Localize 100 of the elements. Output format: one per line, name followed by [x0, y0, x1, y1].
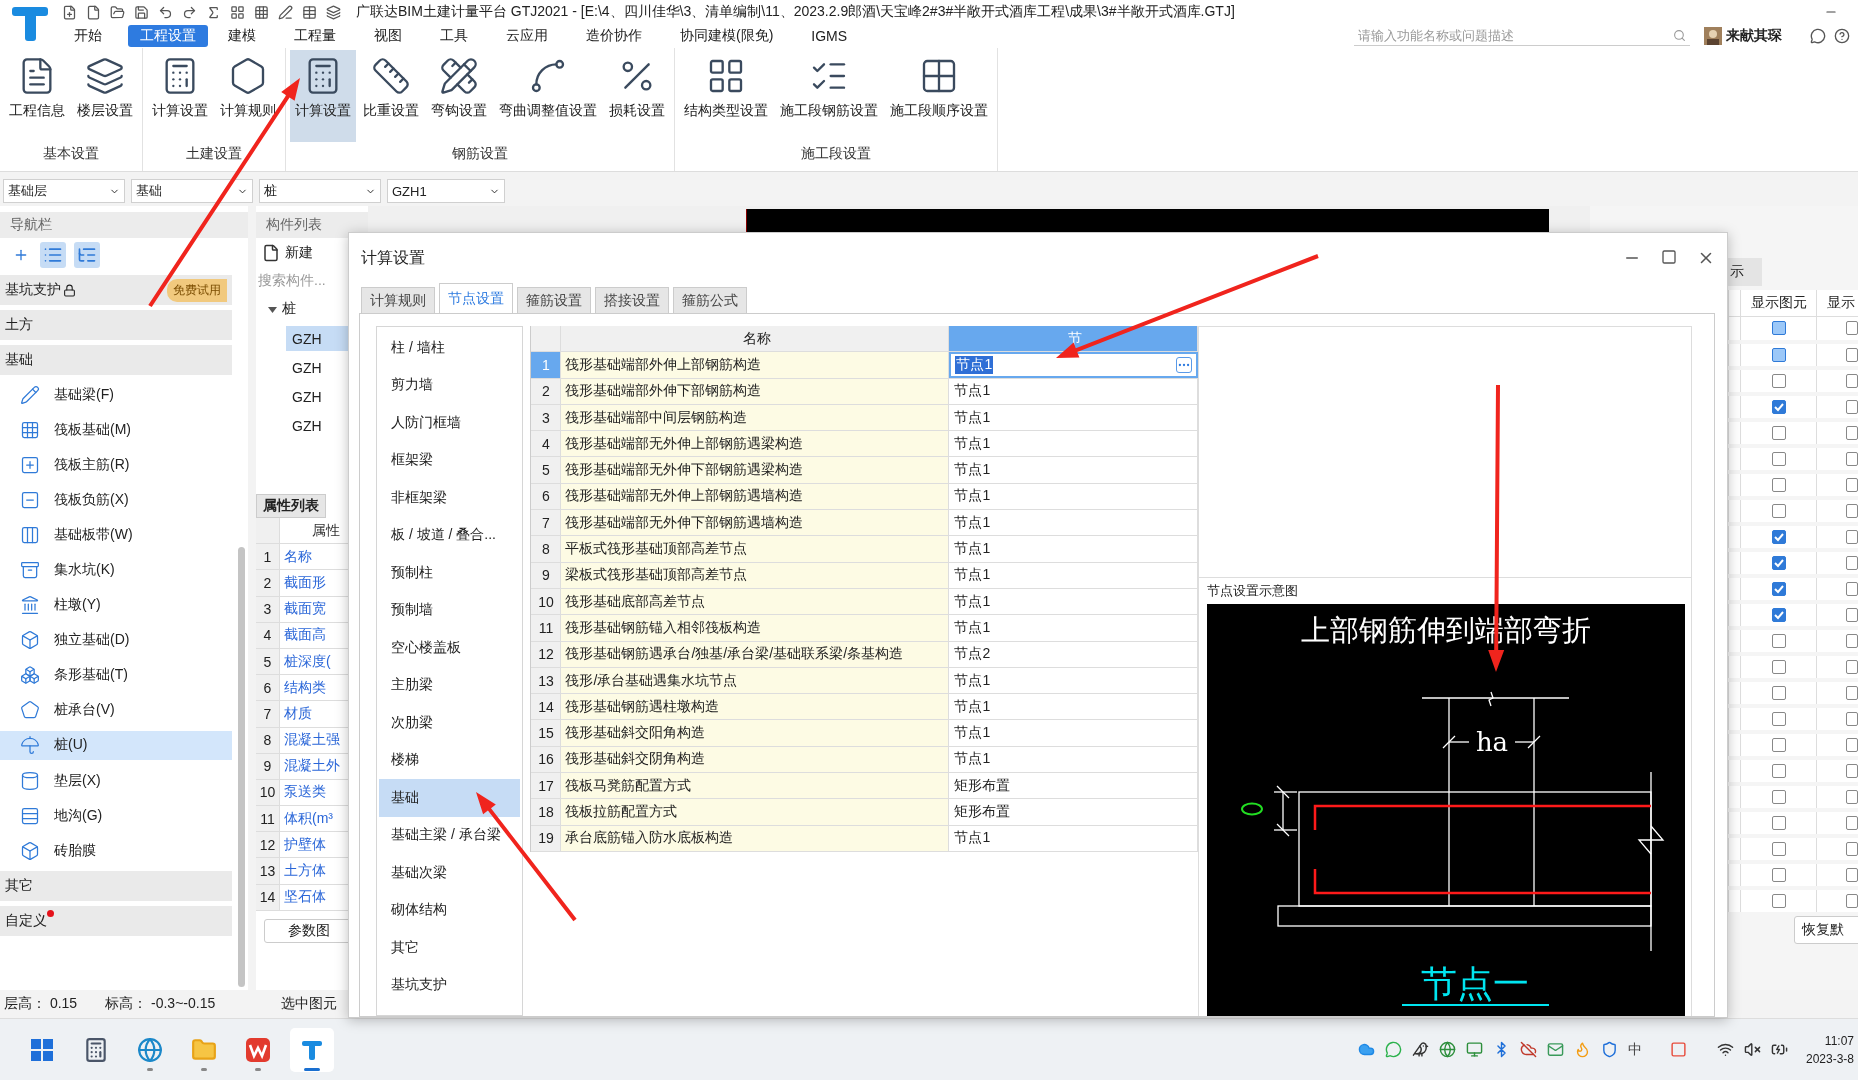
checkbox[interactable] [1846, 659, 1858, 674]
table-icon[interactable] [254, 4, 269, 20]
checkbox[interactable] [1846, 868, 1858, 883]
scrollbar[interactable] [238, 547, 245, 987]
help-icon[interactable] [1834, 28, 1850, 44]
wifi-icon[interactable] [1716, 1041, 1734, 1058]
dialog-tab[interactable]: 计算规则 [361, 287, 435, 313]
checkbox[interactable] [1771, 347, 1786, 362]
nav-item[interactable]: 筏板主筋(R) [0, 450, 232, 480]
menu-tab[interactable]: 工具 [428, 25, 480, 47]
layers-icon[interactable] [326, 4, 341, 20]
sigma-icon[interactable] [206, 4, 221, 20]
checkbox[interactable] [1846, 738, 1858, 752]
restore-button[interactable]: 恢复默 [1794, 916, 1858, 944]
checkbox[interactable] [1846, 581, 1858, 596]
cloud-icon[interactable] [1357, 1041, 1375, 1058]
checkbox[interactable] [1846, 347, 1858, 362]
ribbon-button[interactable]: 计算设置 [290, 50, 356, 142]
checkbox[interactable] [1846, 633, 1858, 648]
trial-badge[interactable]: 免费试用 [167, 278, 227, 302]
nav-item[interactable]: 砖胎膜 [0, 836, 232, 866]
globe-icon[interactable] [1438, 1041, 1456, 1058]
value-field[interactable]: 节点1 [949, 352, 1198, 378]
category-item[interactable]: 砌体结构 [379, 891, 521, 929]
undo-icon[interactable] [158, 4, 173, 20]
clock-time[interactable]: 11:07 [1824, 1033, 1854, 1048]
checkbox[interactable] [1771, 399, 1786, 414]
cloud-off-icon[interactable] [1519, 1041, 1537, 1058]
mute-icon[interactable] [1743, 1041, 1761, 1058]
dialog-tab[interactable]: 箍筋设置 [517, 287, 591, 313]
drawing-canvas[interactable] [746, 209, 1549, 235]
menu-tab[interactable]: 视图 [362, 25, 414, 47]
pen-icon[interactable] [278, 4, 293, 20]
dialog-tab[interactable]: 节点设置 [439, 283, 513, 313]
checkbox[interactable] [1846, 711, 1858, 726]
checkbox[interactable] [1771, 659, 1786, 674]
nav-item[interactable]: 柱墩(Y) [0, 590, 232, 620]
panel-tab[interactable]: 属性列表 [256, 494, 326, 518]
menu-tab[interactable]: IGMS [799, 25, 860, 47]
bird-icon[interactable] [1411, 1041, 1429, 1058]
category-item[interactable]: 剪力墙 [379, 366, 521, 404]
ribbon-button[interactable]: 施工段钢筋设置 [775, 50, 883, 142]
checkbox[interactable] [1771, 477, 1786, 492]
category-item[interactable]: 基础 [379, 779, 521, 817]
nav-group[interactable]: 其它 [0, 871, 232, 902]
checkbox[interactable] [1771, 373, 1786, 388]
dropdown[interactable]: 基础层 [3, 179, 125, 203]
input-method-indicator[interactable]: 中 [1627, 1040, 1642, 1059]
checkbox[interactable] [1771, 868, 1786, 883]
category-item[interactable]: 柱 / 墙柱 [379, 329, 521, 367]
checkbox[interactable] [1846, 790, 1858, 805]
checkbox[interactable] [1771, 581, 1786, 596]
checkbox[interactable] [1846, 894, 1858, 909]
ribbon-button[interactable]: 计算设置 [147, 50, 213, 142]
checkbox[interactable] [1771, 555, 1786, 570]
checkbox[interactable] [1771, 711, 1786, 726]
monitor-icon[interactable] [1465, 1041, 1483, 1058]
nav-item[interactable]: 筏板基础(M) [0, 414, 232, 445]
checkbox[interactable] [1846, 555, 1858, 570]
checkbox[interactable] [1771, 451, 1786, 466]
category-item[interactable]: 预制墙 [379, 591, 521, 629]
redo-icon[interactable] [182, 4, 197, 20]
checkbox[interactable] [1771, 321, 1786, 336]
nav-item[interactable]: 集水坑(K) [0, 555, 232, 585]
menu-tab[interactable]: 云应用 [494, 25, 560, 47]
checkbox[interactable] [1846, 425, 1858, 440]
category-item[interactable]: 非框架梁 [379, 479, 521, 517]
checkbox[interactable] [1846, 764, 1858, 778]
dropdown[interactable]: 桩 [259, 179, 381, 203]
ribbon-button[interactable]: 损耗设置 [604, 50, 670, 142]
checkbox[interactable] [1846, 399, 1858, 414]
checkbox[interactable] [1846, 685, 1858, 700]
nav-item[interactable]: 基础梁(F) [0, 379, 232, 410]
ribbon-button[interactable]: 楼层设置 [72, 50, 138, 142]
category-item[interactable]: 其它 [379, 929, 521, 967]
checkbox[interactable] [1771, 842, 1786, 857]
grid-icon[interactable] [230, 4, 245, 20]
nav-item[interactable]: 基础板带(W) [0, 520, 232, 550]
shield-icon[interactable] [1600, 1041, 1618, 1058]
checkbox[interactable] [1846, 842, 1858, 857]
checkbox[interactable] [1771, 685, 1786, 700]
nav-group[interactable]: 基坑支护 免费试用 [0, 275, 232, 305]
category-item[interactable]: 人防门框墙 [379, 404, 521, 442]
category-item[interactable]: 次肋梁 [379, 704, 521, 742]
ribbon-button[interactable]: 弯钩设置 [426, 50, 492, 142]
menu-tab[interactable]: 协同建模(限免) [668, 25, 786, 47]
nav-group[interactable]: 自定义 [0, 906, 232, 937]
category-item[interactable]: 基础主梁 / 承台梁 [379, 816, 521, 854]
category-item[interactable]: 基础次梁 [379, 854, 521, 892]
checkbox[interactable] [1771, 607, 1786, 622]
dropdown[interactable]: 基础 [131, 179, 253, 203]
menu-tab[interactable]: 建模 [216, 25, 268, 47]
checkbox[interactable] [1771, 816, 1786, 831]
checkbox[interactable] [1846, 451, 1858, 466]
category-item[interactable]: 板 / 坡道 / 叠合... [379, 516, 521, 554]
taskbar-app[interactable] [290, 1027, 334, 1072]
chat-icon[interactable] [1810, 28, 1826, 44]
user-name[interactable]: 来献其琛 [1726, 27, 1782, 45]
ribbon-button[interactable]: 弯曲调整值设置 [494, 50, 602, 142]
caret-icon[interactable] [268, 304, 277, 314]
